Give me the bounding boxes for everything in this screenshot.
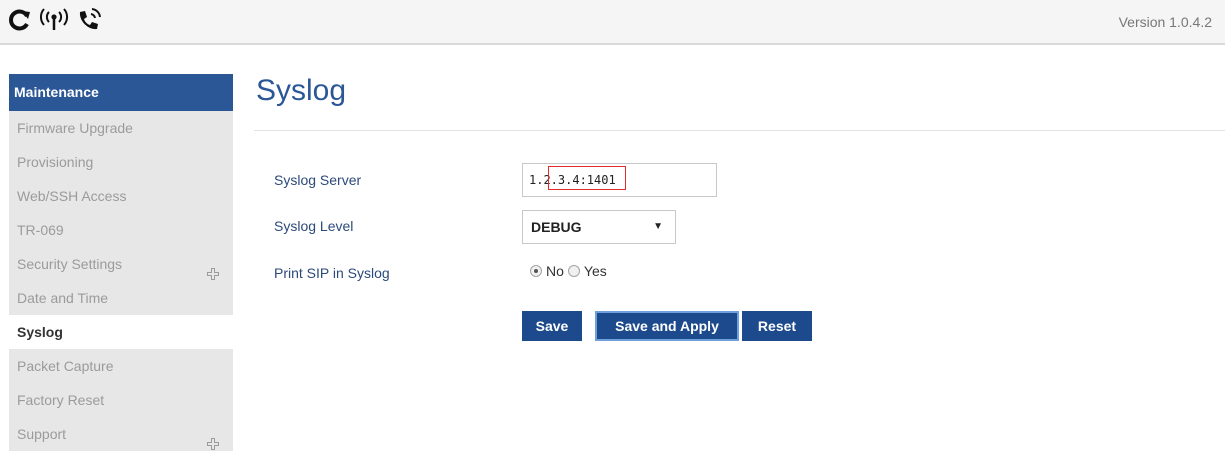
port-highlight-box — [548, 166, 626, 190]
sidebar-item-label: Support — [17, 426, 67, 442]
sidebar-item-firmware-upgrade[interactable]: Firmware Upgrade — [9, 111, 233, 145]
antenna-icon — [39, 8, 69, 32]
sidebar-item-label: Factory Reset — [17, 392, 105, 408]
sidebar-item-label: Firmware Upgrade — [17, 120, 133, 136]
sidebar-item-web-ssh-access[interactable]: Web/SSH Access — [9, 179, 233, 213]
sidebar-item-label: Security Settings — [17, 256, 123, 272]
syslog-level-label: Syslog Level — [274, 218, 354, 234]
sidebar-item-tr-069[interactable]: TR-069 — [9, 213, 233, 247]
logo — [8, 7, 104, 33]
sidebar-item-date-and-time[interactable]: Date and Time — [9, 281, 233, 315]
sidebar-item-label: Syslog — [17, 324, 63, 340]
save-and-apply-button[interactable]: Save and Apply — [595, 311, 739, 341]
refresh-icon — [8, 8, 32, 32]
reset-button[interactable]: Reset — [742, 311, 812, 341]
page-title: Syslog — [256, 74, 347, 107]
print-sip-label: Print SIP in Syslog — [274, 265, 390, 281]
sidebar-item-support[interactable]: Support — [9, 417, 233, 451]
sidebar-item-label: Web/SSH Access — [17, 188, 127, 204]
sidebar-header-maintenance[interactable]: Maintenance — [9, 74, 233, 111]
expand-plus-icon[interactable] — [207, 428, 219, 450]
dropdown-arrow-icon: ▼ — [653, 221, 663, 232]
radio-no-label: No — [546, 263, 564, 279]
top-bar: Version 1.0.4.2 — [0, 0, 1225, 45]
sidebar-item-security-settings[interactable]: Security Settings — [9, 247, 233, 281]
radio-yes[interactable] — [567, 265, 580, 277]
sidebar-item-factory-reset[interactable]: Factory Reset — [9, 383, 233, 417]
sidebar-item-label: Provisioning — [17, 154, 94, 170]
save-button[interactable]: Save — [522, 311, 582, 341]
radio-no[interactable] — [530, 265, 542, 277]
print-sip-radio-group: No Yes — [530, 263, 611, 279]
syslog-server-label: Syslog Server — [274, 172, 362, 188]
sidebar-item-label: Date and Time — [17, 290, 109, 306]
expand-plus-icon[interactable] — [207, 258, 219, 280]
radio-yes-label: Yes — [583, 263, 607, 279]
version-label: Version 1.0.4.2 — [1118, 14, 1212, 30]
phone-ringing-icon — [76, 8, 104, 32]
sidebar-item-label: Packet Capture — [17, 358, 114, 374]
sidebar-item-packet-capture[interactable]: Packet Capture — [9, 349, 233, 383]
sidebar: Maintenance Firmware Upgrade Provisionin… — [9, 74, 233, 451]
title-divider — [254, 130, 1225, 131]
sidebar-item-label: TR-069 — [17, 222, 64, 238]
syslog-level-value: DEBUG — [531, 219, 582, 235]
sidebar-item-provisioning[interactable]: Provisioning — [9, 145, 233, 179]
sidebar-item-syslog[interactable]: Syslog — [9, 315, 233, 349]
syslog-level-select[interactable]: DEBUG ▼ — [522, 210, 676, 244]
